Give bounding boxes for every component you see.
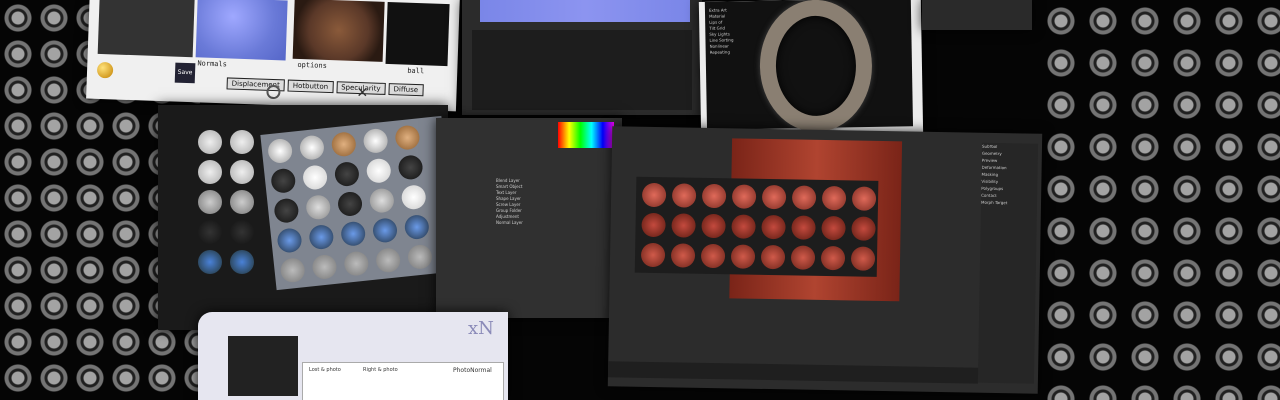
xnormal-inner-window: Lost & photo Right & photo PhotoNormal <box>302 362 504 400</box>
red-material-grid <box>634 176 879 277</box>
normals-label: Normals <box>197 59 228 69</box>
sphere-icon[interactable] <box>96 61 114 79</box>
dark-ui-strip <box>922 0 1032 30</box>
save-button[interactable]: Save <box>174 62 196 84</box>
menu-item[interactable]: Repeating <box>710 49 752 56</box>
options-label: options <box>297 60 328 70</box>
render-menu[interactable]: Extra Art Material Lips of Tilt Grid Sky… <box>709 7 752 56</box>
material-editor-window: Normals options ball Displacement Hotbutt… <box>86 0 460 112</box>
zbrush-bottom-toolbar[interactable] <box>607 361 979 384</box>
zbrush-menu-item[interactable]: Morph Target <box>981 199 1037 207</box>
normal-map-window <box>462 0 702 115</box>
color-swatches[interactable] <box>558 122 614 148</box>
right-photo-label: Right & photo <box>363 367 398 373</box>
ring-render-window: Extra Art Material Lips of Tilt Grid Sky… <box>698 0 924 140</box>
rusted-sphere-preview <box>292 0 385 62</box>
tab-row[interactable]: Displacement Hotbutton Specularity Diffuse <box>226 70 427 97</box>
preview-black <box>385 1 450 67</box>
xnormal-logo: xN <box>468 318 494 339</box>
bolts-texture-window <box>158 105 448 330</box>
photonormal-label: PhotoNormal <box>453 367 492 374</box>
bolts-grid-gray <box>198 130 268 274</box>
photoshop-window: Blend Layer Smart Object Text Layer Shap… <box>436 118 622 318</box>
magnifier-icon[interactable] <box>266 84 281 100</box>
ball-label: ball <box>407 66 425 76</box>
layer-item[interactable]: Normal Layer <box>496 220 576 226</box>
bolts-grid-tilted <box>260 115 448 291</box>
tab-hotbutton[interactable]: Hotbutton <box>287 79 334 94</box>
tab-diffuse[interactable]: Diffuse <box>388 83 424 97</box>
layers-panel[interactable]: Blend Layer Smart Object Text Layer Shap… <box>496 178 576 226</box>
xnormal-screenshot-thumb <box>228 336 298 396</box>
tools-icon[interactable]: ✕ <box>356 85 368 101</box>
normal-map-preview <box>195 0 288 61</box>
viewport-dark <box>97 0 195 58</box>
ring-pattern-right <box>1040 0 1280 400</box>
normal-map-strip <box>480 0 690 22</box>
zbrush-window: SubTool Geometry Preview Deformation Mas… <box>607 126 1043 394</box>
lost-photo-label: Lost & photo <box>309 367 341 373</box>
zbrush-right-panel[interactable]: SubTool Geometry Preview Deformation Mas… <box>977 142 1039 384</box>
dark-canvas <box>472 30 692 110</box>
xnormal-window: xN Lost & photo Right & photo PhotoNorma… <box>198 312 508 400</box>
